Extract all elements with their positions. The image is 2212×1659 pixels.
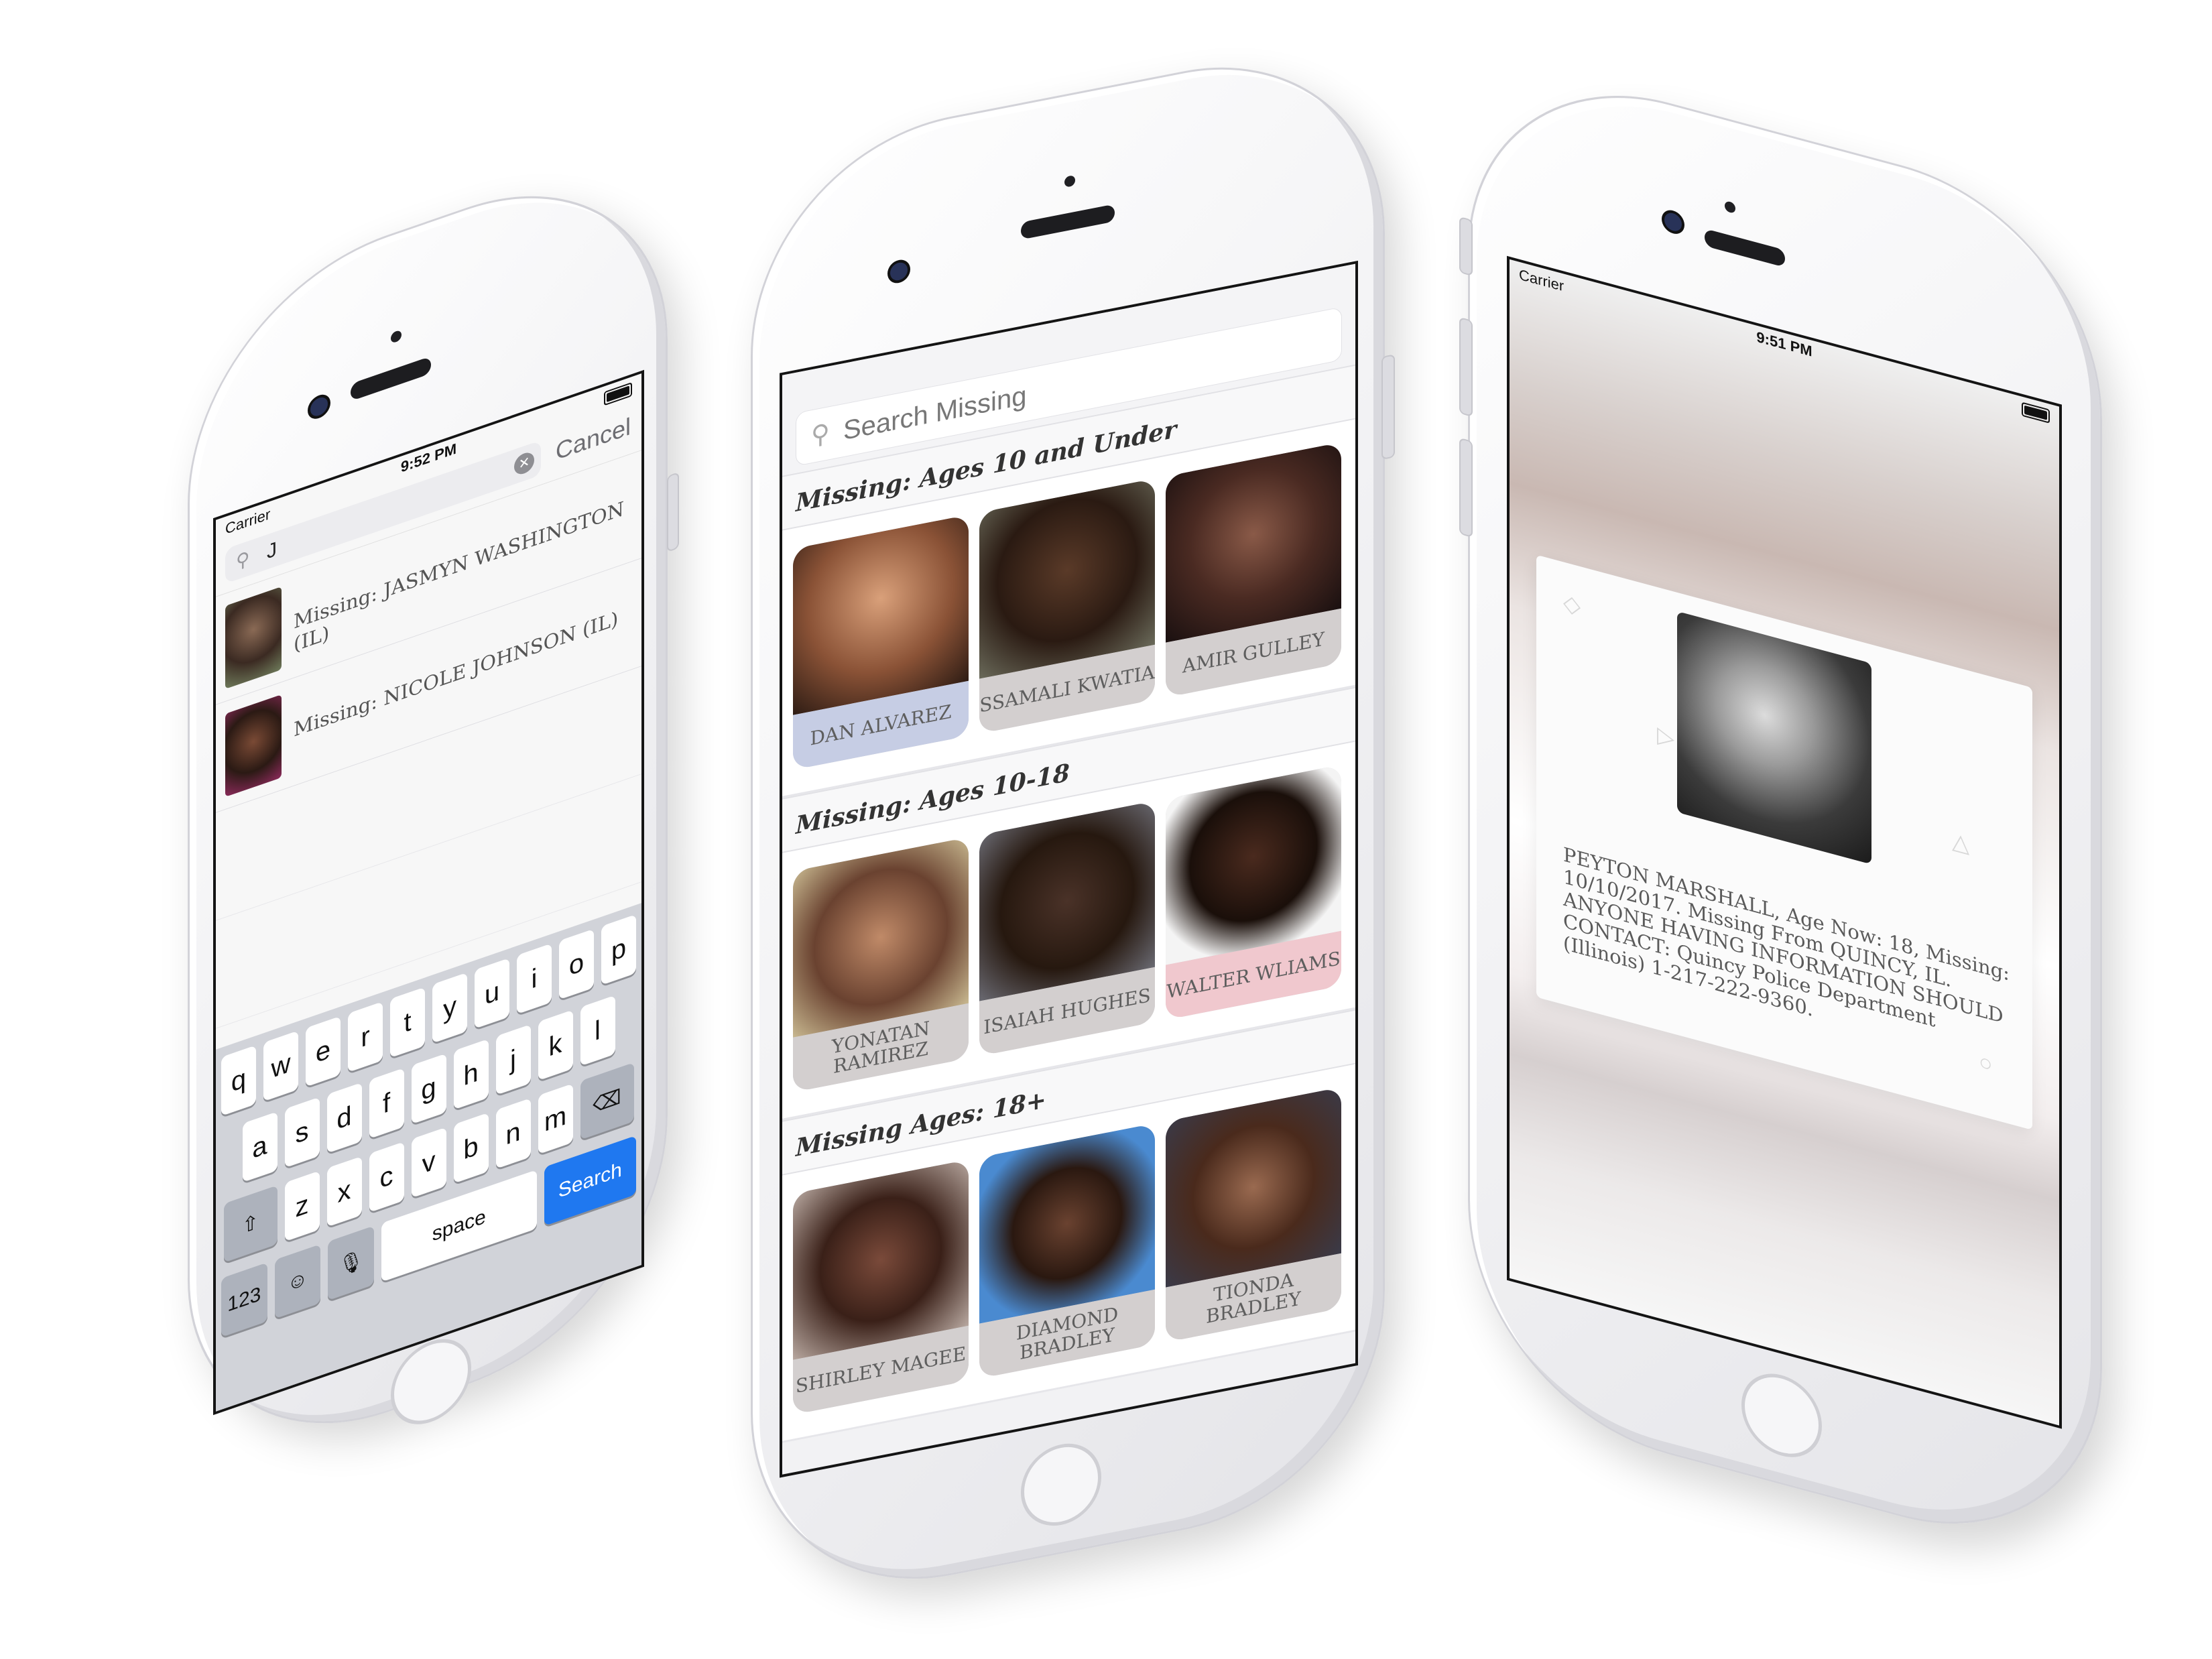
detail-card: ◇ ▷ △ ○ PEYTON MARSHALL, Age Now: 18, Mi… (1536, 554, 2032, 1130)
person-card[interactable]: DAN ALVAREZ (793, 514, 969, 770)
phone-search: Carrier 9:52 PM ⚲ J ✕ Cancel Missing: JA… (188, 138, 679, 1481)
search-icon: ⚲ (811, 419, 830, 451)
search-icon: ⚲ (236, 547, 250, 573)
numbers-key[interactable]: 123 (221, 1262, 267, 1338)
person-photo (1166, 764, 1341, 965)
detail-screen: Carrier 9:51 PM ◇ ▷ △ ○ PEYTON MARSHALL,… (1507, 255, 2062, 1429)
proximity-sensor (391, 329, 402, 344)
clock: 9:51 PM (1756, 328, 1812, 360)
power-button (1381, 354, 1395, 460)
browse-screen: ⚲ Search Missing Missing: Ages 10 and Un… (780, 260, 1358, 1478)
status-bar: Carrier 9:51 PM (1510, 259, 2059, 430)
key-b[interactable]: b (453, 1112, 489, 1184)
person-photo (1166, 442, 1341, 643)
front-camera (1664, 210, 1682, 233)
earpiece-speaker (351, 356, 431, 402)
key-j[interactable]: j (495, 1024, 531, 1096)
key-v[interactable]: v (411, 1127, 446, 1199)
keyboard-search-button[interactable]: Search (544, 1135, 636, 1227)
power-button (667, 471, 679, 553)
key-u[interactable]: u (475, 957, 509, 1029)
earpiece-speaker (1705, 228, 1785, 267)
proximity-sensor (1064, 174, 1075, 188)
person-card[interactable]: TIONDA BRADLEY (1166, 1087, 1341, 1343)
key-f[interactable]: f (369, 1068, 404, 1140)
person-photo (793, 514, 969, 715)
person-description: PEYTON MARSHALL, Age Now: 18, Missing: 1… (1563, 843, 2010, 1032)
key-a[interactable]: a (242, 1111, 278, 1183)
person-card[interactable]: AMIR GULLEY (1166, 442, 1341, 698)
emoji-icon[interactable]: ☺ (274, 1243, 321, 1319)
person-photo (793, 837, 969, 1038)
result-thumbnail (225, 694, 282, 797)
person-card[interactable]: SSAMALI KWATIA (979, 478, 1155, 734)
volume-down-button (1459, 437, 1473, 538)
backspace-icon[interactable]: ⌫ (580, 1062, 634, 1140)
person-photo (1677, 611, 1871, 865)
person-card[interactable]: DIAMOND BRADLEY (979, 1123, 1155, 1379)
diamond-icon: ◇ (1563, 589, 1581, 620)
person-photo (979, 1123, 1155, 1324)
phone-browse: ⚲ Search Missing Missing: Ages 10 and Un… (751, 32, 1395, 1614)
key-x[interactable]: x (326, 1156, 362, 1227)
person-card[interactable]: WALTER WLIAMS (1166, 764, 1341, 1020)
search-input-value: J (267, 538, 277, 564)
phone-detail: Carrier 9:51 PM ◇ ▷ △ ○ PEYTON MARSHALL,… (1459, 49, 2102, 1571)
key-w[interactable]: w (263, 1030, 298, 1102)
key-g[interactable]: g (411, 1053, 446, 1125)
key-z[interactable]: z (284, 1170, 320, 1242)
key-o[interactable]: o (559, 928, 594, 1000)
key-h[interactable]: h (453, 1038, 489, 1110)
front-camera (310, 395, 328, 419)
key-y[interactable]: y (432, 972, 467, 1044)
person-photo (979, 478, 1155, 679)
key-i[interactable]: i (517, 943, 552, 1015)
clear-icon[interactable]: ✕ (514, 450, 534, 477)
earpiece-speaker (1021, 204, 1115, 240)
home-button[interactable] (1021, 1436, 1101, 1533)
key-k[interactable]: k (538, 1009, 573, 1081)
result-thumbnail (225, 587, 282, 689)
key-e[interactable]: e (306, 1016, 341, 1087)
triangle-icon: △ (1952, 827, 1970, 858)
person-photo (793, 1159, 969, 1360)
key-p[interactable]: p (601, 914, 636, 985)
key-n[interactable]: n (495, 1098, 531, 1170)
microphone-icon[interactable]: 🎙 (328, 1225, 374, 1301)
person-photo (979, 800, 1155, 1001)
key-l[interactable]: l (580, 995, 615, 1066)
shift-icon[interactable]: ⇧ (223, 1185, 278, 1263)
person-card[interactable]: ISAIAH HUGHES (979, 800, 1155, 1056)
key-t[interactable]: t (390, 987, 425, 1058)
search-screen: Carrier 9:52 PM ⚲ J ✕ Cancel Missing: JA… (213, 369, 644, 1416)
mute-switch (1459, 216, 1473, 277)
key-s[interactable]: s (284, 1097, 320, 1168)
home-button[interactable] (1741, 1364, 1822, 1467)
key-q[interactable]: q (221, 1045, 256, 1117)
person-card[interactable]: SHIRLEY MAGEE (793, 1159, 969, 1415)
key-c[interactable]: c (369, 1142, 404, 1213)
front-camera (890, 261, 908, 282)
key-m[interactable]: m (538, 1083, 573, 1155)
person-card[interactable]: YONATAN RAMIREZ (793, 837, 969, 1093)
key-r[interactable]: r (348, 1001, 383, 1072)
proximity-sensor (1725, 200, 1735, 214)
key-d[interactable]: d (326, 1082, 362, 1154)
person-photo (1166, 1087, 1341, 1288)
volume-up-button (1459, 316, 1473, 418)
triangle-icon: ▷ (1657, 721, 1675, 752)
